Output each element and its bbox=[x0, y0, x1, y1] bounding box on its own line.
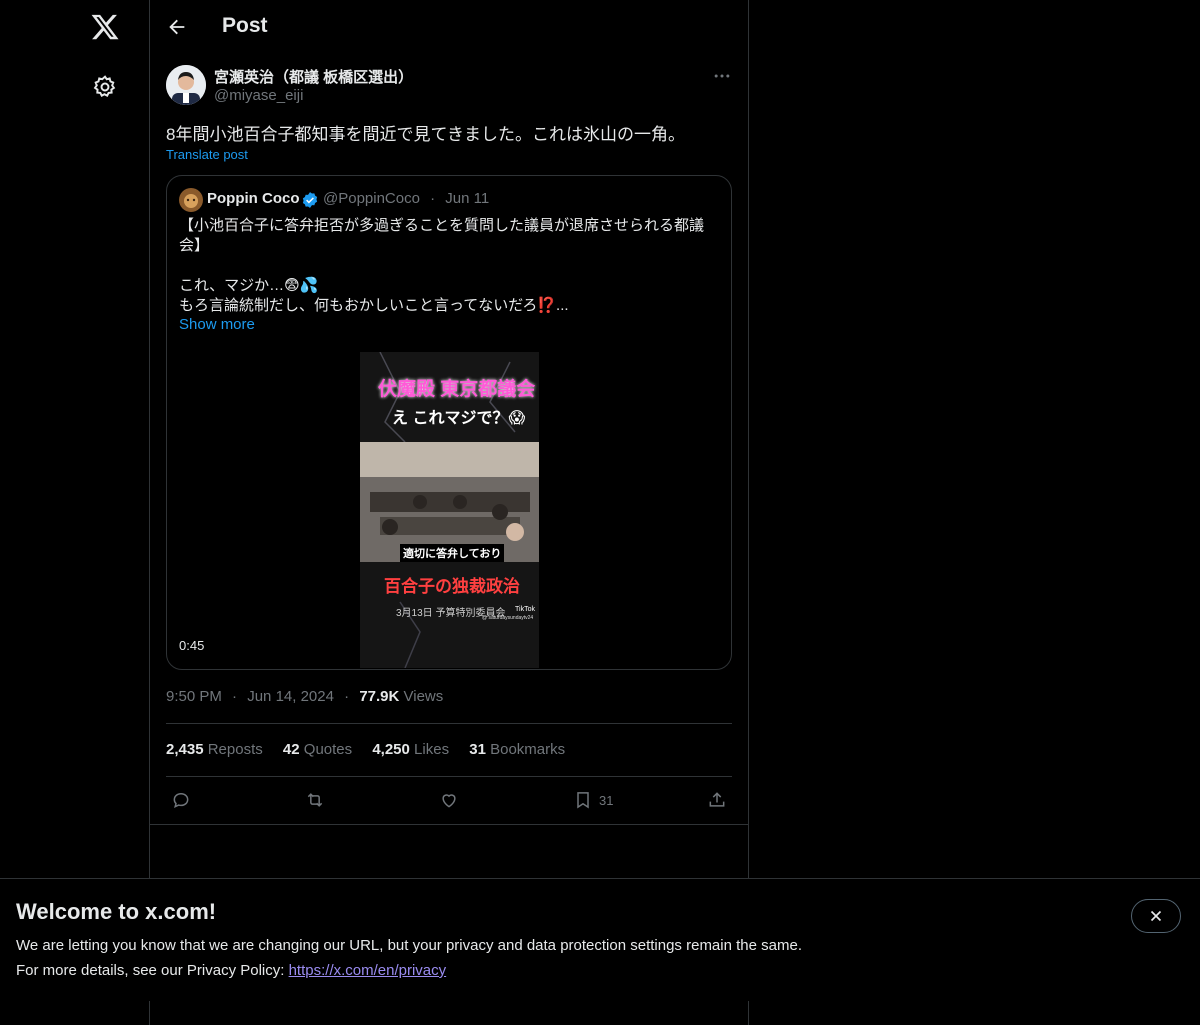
translate-post-link[interactable]: Translate post bbox=[166, 147, 248, 162]
avatar[interactable] bbox=[166, 65, 206, 105]
reposts-stat[interactable]: 2,435 Reposts bbox=[166, 741, 263, 758]
left-nav bbox=[0, 0, 150, 1025]
separator-dot: · bbox=[430, 190, 436, 207]
banner-title: Welcome to x.com! bbox=[16, 899, 217, 924]
heart-icon[interactable] bbox=[439, 788, 459, 812]
post-meta: 9:50 PM · Jun 14, 2024 · 77.9K Views bbox=[166, 688, 443, 705]
top-bar: Post bbox=[150, 0, 748, 53]
show-more-link[interactable]: Show more bbox=[179, 316, 255, 333]
post-time[interactable]: 9:50 PM bbox=[166, 688, 222, 705]
author-handle[interactable]: @miyase_eiji bbox=[214, 87, 303, 104]
views-label: Views bbox=[403, 688, 444, 705]
close-button[interactable] bbox=[1131, 899, 1181, 933]
tiktok-handle: @ saturdaysundaytv24 bbox=[482, 615, 534, 621]
quote-line: これ、マジか…😨💦 bbox=[179, 277, 319, 294]
bookmark-button[interactable]: 31 bbox=[573, 788, 613, 812]
video-caption-sub: え これマジで？😱 bbox=[392, 410, 526, 427]
banner-text: We are letting you know that we are chan… bbox=[16, 937, 802, 954]
separator-dot: · bbox=[344, 688, 350, 705]
quote-date: Jun 11 bbox=[445, 190, 490, 207]
video-caption-bottom: 百合子の独裁政治 bbox=[384, 577, 520, 596]
video-duration: 0:45 bbox=[179, 638, 205, 653]
tiktok-watermark: TikTok bbox=[515, 606, 535, 613]
quote-author-name: Poppin Coco bbox=[207, 190, 300, 207]
views-count: 77.9K bbox=[359, 688, 400, 705]
arrow-left-icon[interactable] bbox=[166, 16, 188, 38]
quote-avatar bbox=[179, 188, 203, 212]
divider bbox=[166, 723, 732, 724]
separator-dot: · bbox=[232, 688, 238, 705]
quote-handle: @PoppinCoco bbox=[323, 190, 420, 207]
banner-text: For more details, see our Privacy Policy… bbox=[16, 962, 446, 979]
bookmark-icon bbox=[577, 792, 589, 809]
video-thumbnail[interactable]: 伏魔殿 東京都議会 え これマジで？😱 適切に答弁しており 百合子の独裁政治 3… bbox=[360, 352, 539, 668]
welcome-banner: Welcome to x.com! We are letting you kno… bbox=[0, 878, 1200, 1001]
author-name[interactable]: 宮瀬英治（都議 板橋区選出） bbox=[214, 66, 413, 87]
verified-badge-icon bbox=[301, 191, 319, 209]
main-column: Post 宮瀬英治（都議 板橋区選出） @miyase_eiji 8年間小池百合… bbox=[150, 0, 749, 1025]
video-caption-top: 伏魔殿 東京都議会 bbox=[378, 379, 536, 400]
x-logo-icon[interactable] bbox=[90, 12, 120, 42]
more-horizontal-icon[interactable] bbox=[712, 66, 732, 86]
share-icon[interactable] bbox=[707, 788, 727, 812]
privacy-link[interactable]: https://x.com/en/privacy bbox=[289, 962, 447, 979]
quoted-post[interactable]: Poppin Coco @PoppinCoco · Jun 11 【小池百合子に… bbox=[166, 175, 732, 670]
gear-icon[interactable] bbox=[92, 74, 118, 100]
quote-line: 【小池百合子に答弁拒否が多過ぎることを質問した議員が退席させられる都議会】 bbox=[179, 217, 705, 254]
quote-handle-date: @PoppinCoco · Jun 11 bbox=[323, 190, 489, 207]
page-title: Post bbox=[222, 14, 268, 37]
quotes-stat[interactable]: 42 Quotes bbox=[283, 741, 352, 758]
quote-line: もろ言論統制だし、何もおかしいこと言ってないだろ⁉️... bbox=[179, 297, 569, 314]
bookmarks-stat[interactable]: 31 Bookmarks bbox=[469, 741, 565, 758]
banner-text-prefix: For more details, see our Privacy Policy… bbox=[16, 962, 289, 979]
likes-stat[interactable]: 4,250 Likes bbox=[372, 741, 449, 758]
close-icon bbox=[1150, 910, 1162, 922]
reply-icon[interactable] bbox=[171, 788, 191, 812]
quote-text: 【小池百合子に答弁拒否が多過ぎることを質問した議員が退席させられる都議会】 これ… bbox=[179, 216, 719, 316]
action-bar: 31 bbox=[150, 788, 748, 812]
video-caption-mid: 適切に答弁しており bbox=[400, 544, 505, 562]
divider bbox=[150, 824, 748, 825]
post-text: 8年間小池百合子都知事を間近で見てきました。これは氷山の一角。 bbox=[166, 125, 685, 144]
post-date[interactable]: Jun 14, 2024 bbox=[247, 688, 334, 705]
repost-icon[interactable] bbox=[305, 788, 325, 812]
divider bbox=[166, 776, 732, 777]
post-stats: 2,435 Reposts 42 Quotes 4,250 Likes 31 B… bbox=[166, 741, 581, 758]
bookmark-count: 31 bbox=[599, 792, 614, 808]
